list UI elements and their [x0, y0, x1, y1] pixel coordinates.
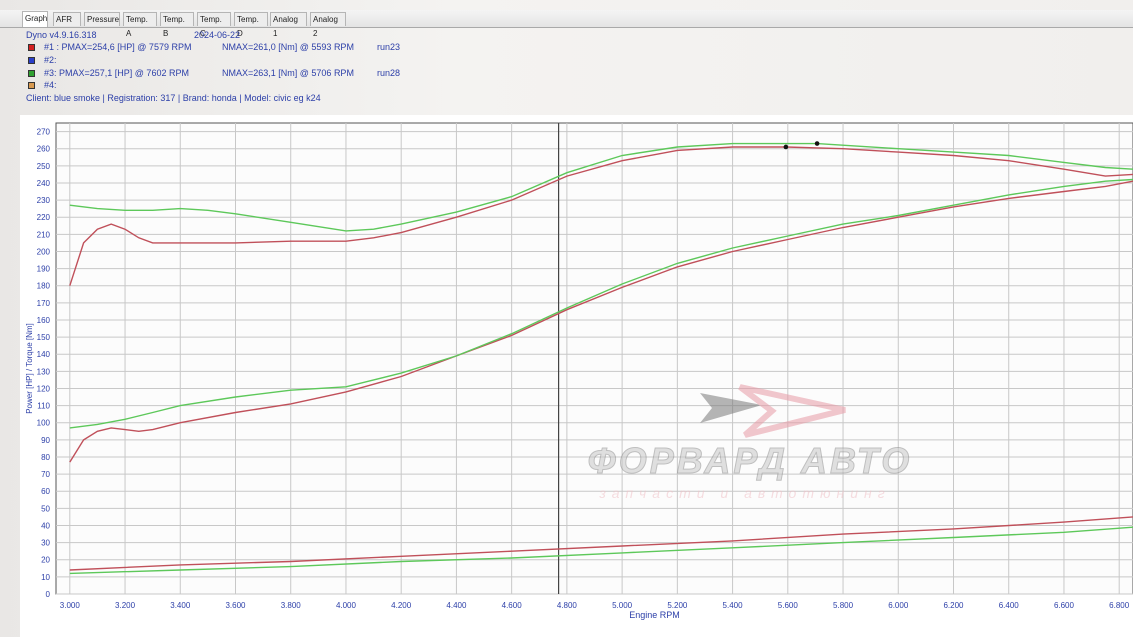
- y-tick-label: 140: [37, 350, 51, 359]
- run1-name: run23: [377, 42, 401, 52]
- y-tick-label: 170: [37, 299, 51, 308]
- y-tick-label: 220: [37, 213, 51, 222]
- y-tick-label: 0: [46, 590, 51, 599]
- run3-swatch: [28, 70, 35, 77]
- x-tick-label: 4.400: [446, 601, 467, 610]
- y-tick-label: 50: [41, 504, 50, 513]
- run3-nmax: NMAX=263,1 [Nm] @ 5706 RPM: [222, 68, 354, 78]
- y-tick-label: 150: [37, 333, 51, 342]
- x-tick-label: 4.200: [391, 601, 412, 610]
- version-label: Dyno v4.9.16.318: [26, 30, 97, 40]
- y-tick-label: 100: [37, 419, 51, 428]
- y-tick-label: 250: [37, 162, 51, 171]
- y-tick-label: 90: [41, 436, 50, 445]
- x-tick-label: 3.000: [60, 601, 81, 610]
- x-axis-label: Engine RPM: [629, 610, 680, 620]
- y-tick-label: 20: [41, 556, 50, 565]
- x-tick-label: 5.400: [723, 601, 744, 610]
- y-tick-label: 80: [41, 453, 50, 462]
- x-tick-label: 6.400: [999, 601, 1020, 610]
- y-tick-label: 260: [37, 145, 51, 154]
- x-tick-label: 6.200: [943, 601, 964, 610]
- y-tick-label: 60: [41, 487, 50, 496]
- tab-graph[interactable]: Graph: [22, 11, 48, 27]
- x-tick-label: 6.800: [1109, 601, 1130, 610]
- run1-nmax: NMAX=261,0 [Nm] @ 5593 RPM: [222, 42, 354, 52]
- tab-analog-1[interactable]: Analog 1: [270, 12, 307, 38]
- x-tick-label: 4.800: [557, 601, 578, 610]
- run4-label: #4:: [44, 80, 57, 90]
- x-tick-label: 5.000: [612, 601, 633, 610]
- watermark-title: ФОРВАРД АВТО: [588, 440, 913, 481]
- x-tick-label: 4.600: [502, 601, 523, 610]
- y-tick-label: 160: [37, 316, 51, 325]
- y-tick-label: 180: [37, 282, 51, 291]
- x-tick-label: 3.800: [281, 601, 302, 610]
- y-tick-label: 130: [37, 367, 51, 376]
- y-tick-label: 10: [41, 573, 50, 582]
- run2-label: #2:: [44, 55, 57, 65]
- watermark-subtitle: запчасти и автотюнинг: [598, 485, 890, 501]
- y-tick-label: 190: [37, 265, 51, 274]
- y-tick-label: 70: [41, 470, 50, 479]
- x-tick-label: 5.800: [833, 601, 854, 610]
- y-tick-label: 210: [37, 230, 51, 239]
- run3-name: run28: [377, 68, 401, 78]
- run4-swatch: [28, 82, 35, 89]
- x-tick-label: 6.600: [1054, 601, 1075, 610]
- peak-marker: [814, 141, 820, 146]
- y-tick-label: 30: [41, 539, 50, 548]
- run3-pmax: #3: PMAX=257,1 [HP] @ 7602 RPM: [44, 68, 189, 78]
- y-tick-label: 230: [37, 196, 51, 205]
- y-tick-label: 200: [37, 247, 51, 256]
- y-tick-label: 120: [37, 384, 51, 393]
- tab-temp-d[interactable]: Temp. D: [234, 12, 268, 38]
- x-tick-label: 6.000: [888, 601, 909, 610]
- x-tick-label: 3.600: [225, 601, 246, 610]
- tab-pressure[interactable]: Pressure: [84, 12, 120, 26]
- y-tick-label: 40: [41, 521, 50, 530]
- date-label: 2024-06-22: [194, 30, 241, 40]
- y-tick-label: 270: [37, 128, 51, 137]
- x-tick-label: 4.000: [336, 601, 357, 610]
- tab-temp-b[interactable]: Temp. B: [160, 12, 194, 38]
- x-tick-label: 5.200: [667, 601, 688, 610]
- tab-temp-c[interactable]: Temp. C: [197, 12, 231, 38]
- tab-temp-a[interactable]: Temp. A: [123, 12, 157, 38]
- run1-pmax: #1 : PMAX=254,6 [HP] @ 7579 RPM: [44, 42, 192, 52]
- tab-analog-2[interactable]: Analog 2: [310, 12, 346, 38]
- plot-area: [55, 122, 1133, 595]
- x-tick-label: 5.600: [778, 601, 799, 610]
- run2-swatch: [28, 57, 35, 64]
- dyno-chart: 0 10 20 30 40 50 60 70 80 90 100 110 120 130 140 150 160…: [20, 115, 1133, 637]
- dyno-app: Graph AFR Pressure Temp. A Temp. B Temp. C Tem…: [0, 0, 1133, 637]
- y-tick-label: 110: [37, 402, 50, 411]
- x-tick-label: 3.200: [115, 601, 136, 610]
- client-info: Client: blue smoke | Registration: 317 |…: [26, 93, 321, 103]
- tab-afr[interactable]: AFR: [53, 12, 81, 26]
- tab-bar: Graph AFR Pressure Temp. A Temp. B Temp. C Tem…: [0, 10, 1133, 38]
- y-tick-label: 240: [37, 179, 51, 188]
- y-axis-label: Power [HP] / Torque [Nm]: [25, 323, 34, 414]
- chart-header: Dyno v4.9.16.318 2024-06-22 #1 : PMAX=25…: [22, 30, 542, 110]
- x-tick-label: 3.400: [170, 601, 191, 610]
- peak-marker: [783, 144, 789, 150]
- run1-swatch: [28, 44, 35, 51]
